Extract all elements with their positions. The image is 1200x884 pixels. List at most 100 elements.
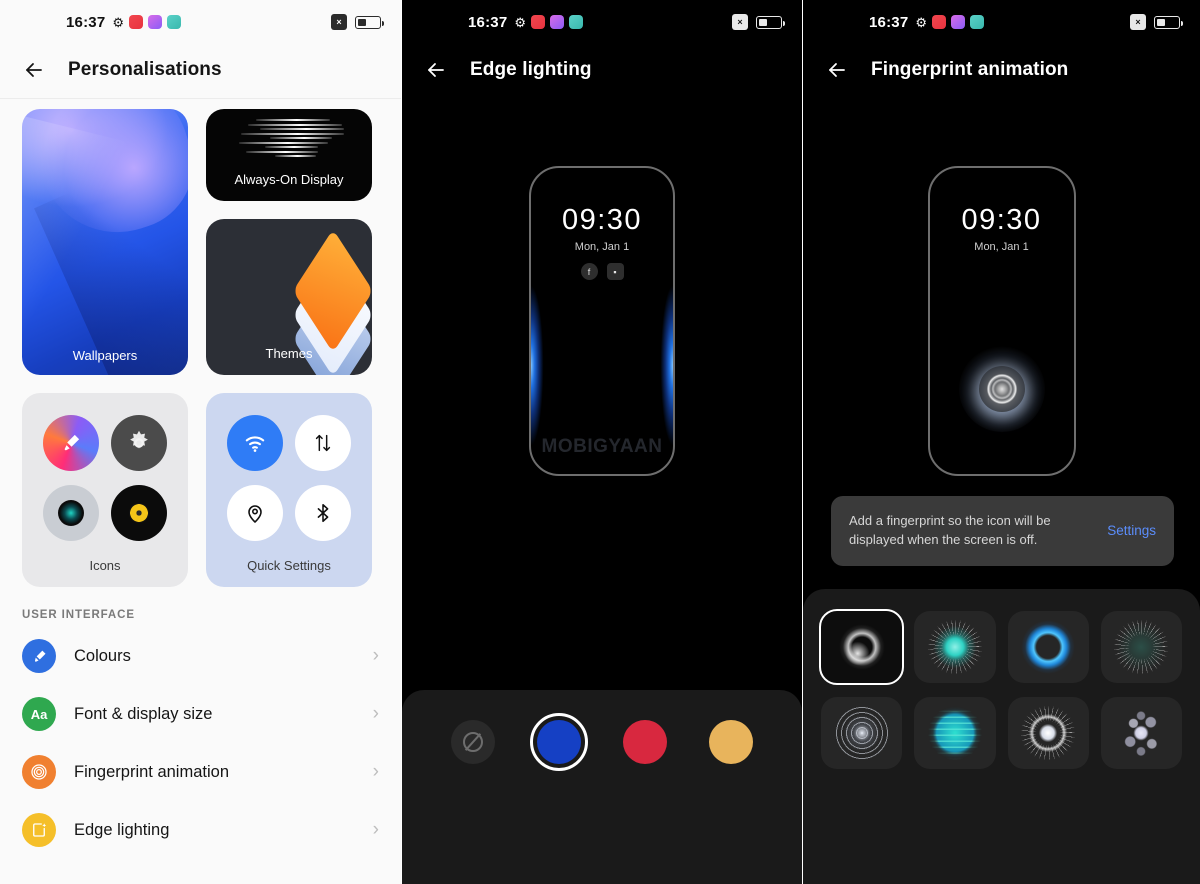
colour-swatch-blue[interactable]: [530, 713, 588, 771]
battery-icon: [1154, 15, 1183, 29]
preview-date: Mon, Jan 1: [574, 241, 630, 253]
list-item-label: Edge lighting: [74, 820, 170, 839]
banner-settings-link[interactable]: Settings: [1107, 523, 1156, 538]
list-item-font-display-size[interactable]: Aa Font & display size ›: [0, 685, 401, 743]
status-bar: 16:37 ⚙ ×: [803, 0, 1200, 44]
gear-icon: [111, 415, 167, 471]
colour-swatch-none[interactable]: [451, 720, 495, 764]
preview-notifications: f ▪: [531, 263, 673, 280]
cards-row-2: Icons Quick Settings: [22, 393, 379, 587]
add-fingerprint-banner: Add a fingerprint so the icon will be di…: [831, 496, 1174, 566]
app-chip-purple-icon: [951, 15, 966, 29]
card-label-themes: Themes: [265, 346, 313, 361]
colour-swatch-red[interactable]: [623, 720, 667, 764]
animation-option-sphere-teal[interactable]: [914, 697, 996, 769]
status-bar-left: 16:37 ⚙: [869, 14, 985, 31]
edge-lighting-preview: 09:30 Mon, Jan 1 f ▪ MOBIGYAAN: [529, 166, 675, 476]
list-item-label: Font & display size: [74, 704, 213, 723]
facebook-icon: f: [580, 263, 598, 280]
burst-teal-icon: [927, 620, 982, 674]
animation-option-sparks-green[interactable]: [1100, 611, 1182, 683]
list-item-label: Colours: [74, 646, 131, 665]
status-bar-right: ×: [331, 14, 384, 30]
cards-row-1: Wallpapers Always-On Display Themes: [22, 109, 379, 375]
list-item-fingerprint-animation[interactable]: Fingerprint animation ›: [0, 743, 401, 801]
music-disc-icon: [111, 485, 167, 541]
paint-icon: [43, 415, 99, 471]
dnd-icon: ×: [331, 14, 347, 30]
bluetooth-icon: [295, 485, 351, 541]
status-bar-right: ×: [732, 14, 785, 30]
animation-option-ring-blue[interactable]: [1007, 611, 1089, 683]
theme-layer-top: [289, 229, 372, 353]
animation-option-burst-teal[interactable]: [914, 611, 996, 683]
colour-swatch-gold[interactable]: [709, 720, 753, 764]
camera-icon: [43, 485, 99, 541]
app-bar: Fingerprint animation: [803, 44, 1200, 100]
back-arrow-icon[interactable]: [825, 58, 849, 82]
paint-roller-icon: [22, 639, 56, 673]
card-always-on-display[interactable]: Always-On Display: [206, 109, 372, 201]
card-wallpapers[interactable]: Wallpapers: [22, 109, 188, 375]
animation-option-orbit-white[interactable]: [1007, 697, 1089, 769]
battery-icon: [355, 15, 384, 29]
banner-message: Add a fingerprint so the icon will be di…: [849, 513, 1051, 547]
dnd-icon: ×: [1130, 14, 1146, 30]
icons-preview-grid: [43, 415, 167, 541]
animation-option-halo-white[interactable]: [818, 609, 905, 685]
halo-white-icon: [834, 620, 889, 674]
back-arrow-icon[interactable]: [22, 58, 46, 82]
card-label-aod: Always-On Display: [234, 172, 344, 187]
animation-option-rings-grey[interactable]: [821, 697, 903, 769]
animation-option-cluster-violet[interactable]: [1100, 697, 1182, 769]
edge-colour-swatches: [402, 690, 802, 771]
location-icon: [227, 485, 283, 541]
edge-colour-sheet: [402, 690, 802, 884]
section-header-user-interface: USER INTERFACE: [22, 609, 135, 621]
cards-column-right: Always-On Display Themes: [206, 109, 372, 375]
quick-settings-preview-grid: [227, 415, 351, 541]
card-themes[interactable]: Themes: [206, 219, 372, 375]
preview-date: Mon, Jan 1: [974, 241, 1029, 253]
fingerprint-animation-screen: 16:37 ⚙ × Fingerprint animation 09:30 Mo…: [803, 0, 1200, 884]
chevron-right-icon: ›: [372, 645, 379, 666]
back-arrow-icon[interactable]: [424, 58, 448, 82]
list-item-colours[interactable]: Colours ›: [0, 627, 401, 685]
app-chip-teal-icon: [970, 15, 985, 29]
card-label-quick-settings: Quick Settings: [247, 558, 331, 573]
rings-grey-icon: [834, 706, 889, 760]
card-label-icons: Icons: [89, 558, 121, 573]
list-item-edge-lighting[interactable]: Edge lighting ›: [0, 801, 401, 859]
cluster-violet-icon: [1114, 706, 1169, 760]
app-chip-red-icon: [129, 15, 144, 29]
animation-chooser-sheet: [803, 589, 1200, 884]
animation-grid: [818, 609, 1182, 769]
wifi-icon: [227, 415, 283, 471]
status-bar-right: ×: [1130, 14, 1183, 30]
page-title: Personalisations: [68, 59, 222, 80]
card-quick-settings[interactable]: Quick Settings: [206, 393, 372, 587]
no-colour-icon: [463, 732, 483, 752]
status-bar-left: 16:37 ⚙: [66, 13, 182, 31]
status-bar: 16:37 ⚙ ×: [0, 0, 401, 44]
app-bar: Personalisations: [0, 44, 401, 99]
battery-icon: [756, 15, 785, 29]
card-label-wallpapers: Wallpapers: [72, 348, 138, 363]
gear-icon: ⚙: [915, 14, 928, 30]
cards-column-left: Wallpapers: [22, 109, 188, 375]
status-icons: ⚙: [514, 15, 584, 29]
status-bar: 16:37 ⚙ ×: [402, 0, 802, 44]
chevron-right-icon: ›: [372, 819, 379, 840]
fingerprint-glow-icon: [958, 346, 1045, 432]
orbit-white-icon: [1021, 706, 1076, 760]
app-bar: Edge lighting: [402, 44, 802, 100]
card-icons[interactable]: Icons: [22, 393, 188, 587]
list-item-label: Fingerprint animation: [74, 762, 229, 781]
chevron-right-icon: ›: [372, 761, 379, 782]
edge-lighting-screen: 16:37 ⚙ × Edge lighting 09:30 Mon, Jan 1…: [402, 0, 802, 884]
sparks-green-icon: [1114, 620, 1169, 674]
personalisation-cards: Wallpapers Always-On Display Themes Icon…: [0, 99, 401, 587]
app-chip-red-icon: [932, 15, 947, 29]
fingerprint-icon: [22, 755, 56, 789]
status-time: 16:37: [66, 13, 106, 31]
